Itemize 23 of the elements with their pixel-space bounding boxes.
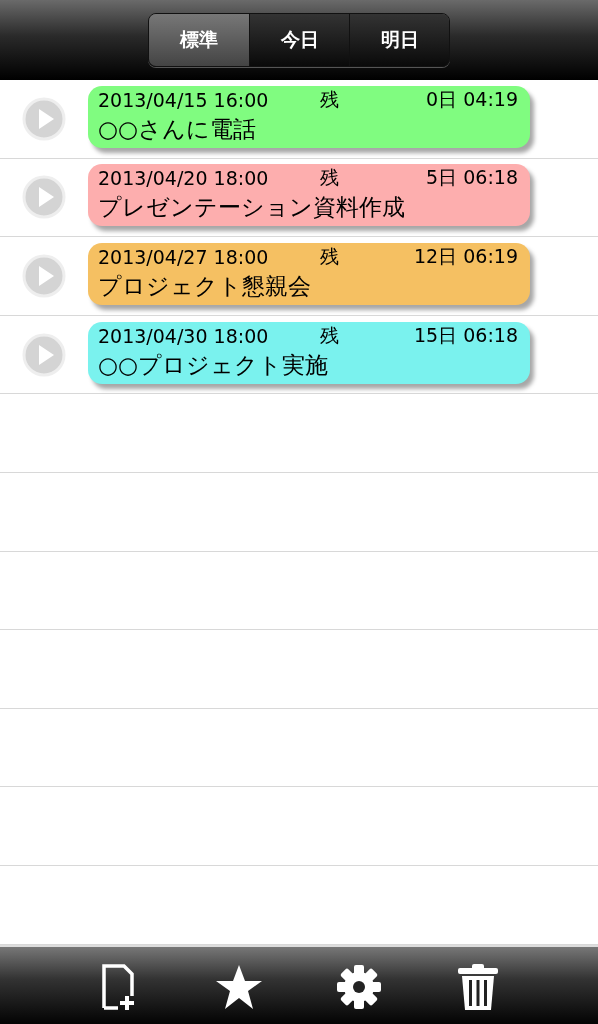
task-title: プロジェクト懇親会 bbox=[98, 272, 312, 301]
segment-tab[interactable]: 標準 bbox=[149, 14, 249, 66]
segment-tab[interactable]: 明日 bbox=[349, 14, 449, 66]
task-card[interactable]: 2013/04/20 18:00 残 5日 06:18 プレゼンテーション資料作成 bbox=[88, 164, 530, 227]
task-title: ○○さんに電話 bbox=[98, 114, 258, 144]
task-datetime: 2013/04/30 18:00 bbox=[98, 324, 270, 347]
task-title: ○○プロジェクト実施 bbox=[98, 350, 330, 380]
task-datetime: 2013/04/15 16:00 bbox=[98, 88, 270, 111]
remaining-label: 残 bbox=[320, 165, 340, 191]
task-card[interactable]: 2013/04/27 18:00 残 12日 06:19 プロジェクト懇親会 bbox=[88, 243, 530, 305]
remaining-time: 5日 06:18 bbox=[426, 165, 518, 191]
segment-tab[interactable]: 今日 bbox=[249, 14, 349, 66]
remaining-time: 12日 06:19 bbox=[414, 244, 518, 269]
task-title: プレゼンテーション資料作成 bbox=[98, 193, 406, 223]
task-card[interactable]: 2013/04/15 16:00 残 0日 04:19 ○○さんに電話 bbox=[88, 85, 530, 148]
remaining-label: 残 bbox=[320, 322, 340, 348]
remaining-label: 残 bbox=[320, 86, 340, 112]
task-datetime: 2013/04/27 18:00 bbox=[98, 246, 270, 268]
task-card[interactable]: 2013/04/30 18:00 残 15日 06:18 ○○プロジェクト実施 bbox=[88, 321, 530, 384]
remaining-time: 15日 06:18 bbox=[414, 322, 518, 348]
task-datetime: 2013/04/20 18:00 bbox=[98, 167, 270, 190]
remaining-time: 0日 04:19 bbox=[426, 86, 518, 112]
remaining-label: 残 bbox=[320, 244, 340, 269]
